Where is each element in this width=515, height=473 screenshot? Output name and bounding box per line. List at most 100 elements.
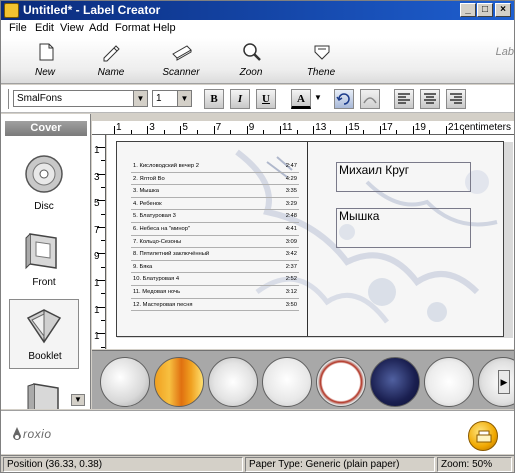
- ruler-number: 1: [94, 145, 100, 156]
- panel-scroll-down[interactable]: ▼: [71, 394, 85, 406]
- track-row[interactable]: 10. Блатуровая 4 2:52: [131, 273, 299, 286]
- align-center-button[interactable]: [420, 89, 440, 109]
- track-duration: 2:47: [285, 163, 297, 169]
- scroll-right-button[interactable]: ▶: [498, 370, 510, 394]
- back-cover-icon: [27, 383, 59, 409]
- zoom-label: Zoon: [239, 67, 263, 78]
- ruler-tick: [180, 126, 182, 134]
- track-row[interactable]: 4. Ребенок 3:29: [131, 198, 299, 211]
- scanner-label: Scanner: [162, 67, 200, 78]
- track-row[interactable]: 11. Медовая ночь 3:12: [131, 286, 299, 299]
- align-center-icon: [424, 93, 436, 104]
- track-title: 7. Кольцо-Сезоны: [133, 238, 182, 245]
- ruler-tick: [130, 130, 132, 134]
- menu-add[interactable]: Add: [89, 22, 109, 34]
- menu-edit[interactable]: Edit: [35, 22, 54, 34]
- arc-text-icon: [363, 97, 377, 104]
- theme-thumbnail[interactable]: [100, 357, 150, 407]
- ruler-number: 1: [116, 122, 122, 133]
- cover-item-back[interactable]: [9, 374, 79, 409]
- maximize-button[interactable]: □: [477, 3, 493, 17]
- track-row[interactable]: 5. Блатуровая 3 2:48: [131, 210, 299, 223]
- track-row[interactable]: 7. Кольцо-Сезоны 3:09: [131, 236, 299, 249]
- bold-button[interactable]: B: [204, 89, 224, 109]
- print-button[interactable]: [468, 421, 498, 451]
- ruler-number: 9: [94, 251, 100, 263]
- design-canvas[interactable]: 1. Кисловодский вечер 2 2:47 2. Ялтой Во 4…: [107, 135, 514, 349]
- artist-text-box[interactable]: Михаил Круг: [336, 162, 471, 192]
- ruler-number: 7: [94, 224, 100, 236]
- track-title: 9. Бяка: [133, 263, 153, 270]
- theme-thumbnail[interactable]: [208, 357, 258, 407]
- main-toolbar: New Name Scanner Zoon Thene Lab: [1, 38, 514, 84]
- underline-button[interactable]: U: [256, 89, 276, 109]
- booklet-label[interactable]: 1. Кисловодский вечер 2 2:47 2. Ялтой Во 4…: [116, 141, 504, 337]
- track-row[interactable]: 8. Пятилетний заключённый 3:42: [131, 248, 299, 261]
- ruler-tick: [429, 130, 431, 134]
- ruler-number: 5: [182, 122, 188, 133]
- new-document-icon: [39, 43, 54, 61]
- ruler-tick: [101, 186, 105, 188]
- track-duration: 3:50: [285, 301, 297, 308]
- ruler-tick: [379, 126, 381, 134]
- toolbar-grip[interactable]: [6, 89, 9, 109]
- new-button[interactable]: New: [15, 42, 75, 82]
- font-family-select[interactable]: SmalFons ▼: [13, 90, 148, 107]
- theme-thumbnail[interactable]: [424, 357, 474, 407]
- italic-button[interactable]: I: [230, 89, 250, 109]
- app-icon[interactable]: [4, 3, 19, 18]
- arc-text-button[interactable]: [360, 89, 380, 109]
- text-color-button[interactable]: A: [291, 89, 311, 109]
- cover-item-label: Front: [32, 277, 56, 288]
- track-row[interactable]: 3. Мышка 3:35: [131, 185, 299, 198]
- theme-thumbnail[interactable]: [316, 357, 366, 407]
- menu-view[interactable]: View: [60, 22, 84, 34]
- color-dropdown-icon[interactable]: ▼: [314, 93, 322, 102]
- name-button[interactable]: Name: [81, 42, 141, 82]
- zoom-button[interactable]: Zoon: [221, 42, 281, 82]
- ruler-tick: [329, 130, 331, 134]
- menu-format[interactable]: Format: [115, 22, 150, 34]
- menu-file[interactable]: File: [9, 22, 27, 34]
- ruler-number: 17: [381, 122, 393, 133]
- track-row[interactable]: 6. Небеса на "минор" 4:41: [131, 223, 299, 236]
- align-right-button[interactable]: [446, 89, 466, 109]
- ruler-tick: [163, 130, 165, 134]
- theme-thumbnail[interactable]: [154, 357, 204, 407]
- track-row[interactable]: 1. Кисловодский вечер 2 2:47: [131, 160, 299, 173]
- cover-item-disc[interactable]: Disc: [9, 148, 79, 218]
- align-right-icon: [450, 93, 462, 104]
- font-size-select[interactable]: 1 ▼: [152, 90, 192, 107]
- chevron-down-icon[interactable]: ▼: [177, 91, 191, 106]
- scanner-button[interactable]: Scanner: [151, 42, 211, 82]
- chevron-down-icon[interactable]: ▼: [133, 91, 147, 106]
- theme-thumbnail[interactable]: [370, 357, 420, 407]
- zoom-magnifier-icon: [243, 43, 261, 61]
- title-bar[interactable]: Untitled* - Label Creator _ □ ×: [1, 1, 514, 20]
- ruler-number: 3: [94, 171, 100, 183]
- close-button[interactable]: ×: [495, 3, 511, 17]
- cover-item-front[interactable]: Front: [9, 224, 79, 294]
- track-row[interactable]: 9. Бяка 2:37: [131, 261, 299, 274]
- ruler-number: 19: [414, 122, 426, 133]
- ruler-tick: [101, 346, 105, 348]
- track-list[interactable]: 1. Кисловодский вечер 2 2:47 2. Ялтой Во 4…: [131, 160, 299, 312]
- track-title: 8. Пятилетний заключённый: [133, 251, 210, 258]
- track-row[interactable]: 2. Ялтой Во 4:29: [131, 173, 299, 186]
- track-duration: 4:29: [285, 175, 297, 182]
- rotate-text-button[interactable]: [334, 89, 354, 109]
- theme-button[interactable]: Thene: [291, 42, 351, 82]
- track-row[interactable]: 12. Мастеровая песня 3:50: [131, 299, 299, 312]
- ruler-tick: [296, 130, 298, 134]
- minimize-button[interactable]: _: [460, 3, 476, 17]
- ruler-number: 5: [94, 198, 100, 210]
- theme-thumbnail[interactable]: [262, 357, 312, 407]
- album-text-box[interactable]: Мышка: [336, 208, 471, 248]
- cover-item-booklet[interactable]: Booklet: [9, 299, 79, 369]
- app-window: Untitled* - Label Creator _ □ × File Edi…: [0, 0, 515, 473]
- tab-cover[interactable]: Cover: [5, 121, 87, 136]
- menu-help[interactable]: Help: [153, 22, 176, 34]
- status-position: Position (36.33, 0.38): [3, 457, 243, 472]
- align-left-button[interactable]: [394, 89, 414, 109]
- track-duration: 4:41: [285, 225, 297, 232]
